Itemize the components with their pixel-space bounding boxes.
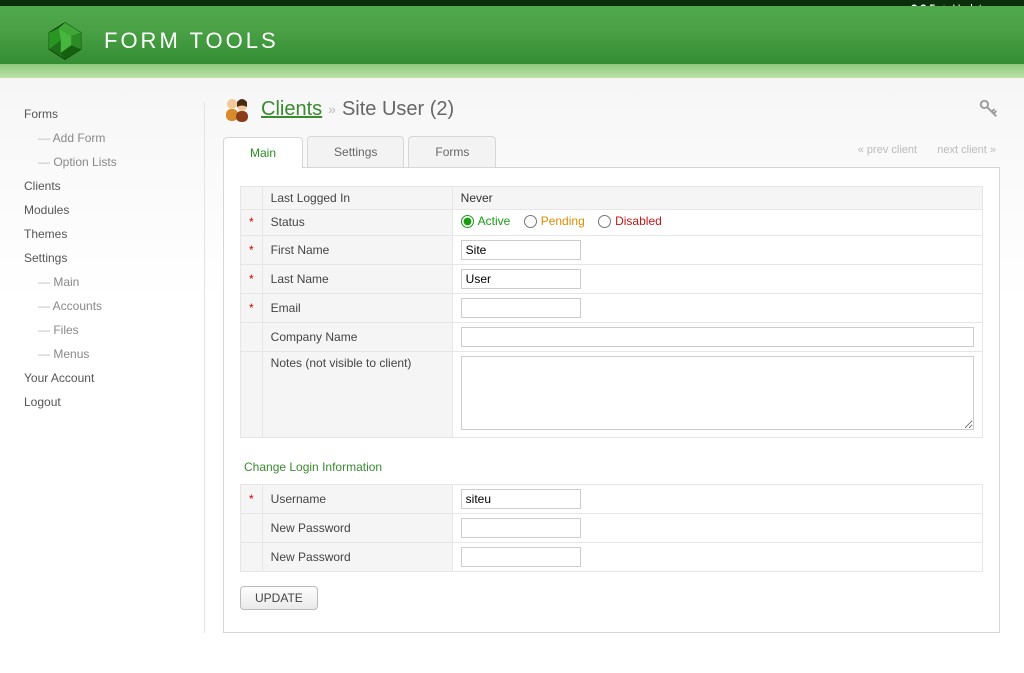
logo-icon xyxy=(44,20,86,62)
breadcrumb-clients[interactable]: Clients xyxy=(261,98,322,121)
page-title: Clients » Site User (2) xyxy=(223,96,1000,122)
breadcrumb-sep: » xyxy=(322,101,342,117)
label-status: Status xyxy=(262,210,452,236)
company-input[interactable] xyxy=(461,327,974,347)
sidebar-item-add-form[interactable]: Add Form xyxy=(24,126,194,150)
tab-main[interactable]: Main xyxy=(223,137,303,168)
label-company: Company Name xyxy=(262,322,452,351)
sidebar-item-settings-menus[interactable]: Menus xyxy=(24,342,194,366)
new-password-input-1[interactable] xyxy=(461,518,581,538)
radio-disabled[interactable] xyxy=(598,215,611,228)
req-mark: * xyxy=(241,210,263,236)
label-notes: Notes (not visible to client) xyxy=(262,351,452,437)
label-new-password-2: New Password xyxy=(262,542,452,571)
form-table-main: Last Logged In Never * Status Active Pen… xyxy=(240,186,983,438)
sidebar-item-settings-main[interactable]: Main xyxy=(24,270,194,294)
status-option-pending[interactable]: Pending xyxy=(524,214,585,228)
page-title-name: Site User (2) xyxy=(342,98,454,121)
radio-pending[interactable] xyxy=(524,215,537,228)
label-last-name: Last Name xyxy=(262,264,452,293)
username-input[interactable] xyxy=(461,489,581,509)
status-option-active[interactable]: Active xyxy=(461,214,511,228)
prev-client-link[interactable]: « prev client xyxy=(854,144,921,156)
notes-textarea[interactable] xyxy=(461,356,974,430)
sidebar-item-themes[interactable]: Themes xyxy=(24,222,194,246)
first-name-input[interactable] xyxy=(461,240,581,260)
vertical-divider xyxy=(204,102,205,633)
next-client-link[interactable]: next client » xyxy=(933,144,1000,156)
sidebar-item-clients[interactable]: Clients xyxy=(24,174,194,198)
label-new-password-1: New Password xyxy=(262,513,452,542)
radio-active[interactable] xyxy=(461,215,474,228)
update-button[interactable]: UPDATE xyxy=(240,586,318,610)
form-table-login: * Username New Password New Password xyxy=(240,484,983,572)
sidebar-item-your-account[interactable]: Your Account xyxy=(24,366,194,390)
email-input[interactable] xyxy=(461,298,581,318)
sidebar: Forms Add Form Option Lists Clients Modu… xyxy=(24,78,194,633)
people-icon xyxy=(223,96,251,122)
sidebar-item-option-lists[interactable]: Option Lists xyxy=(24,150,194,174)
new-password-input-2[interactable] xyxy=(461,547,581,567)
label-first-name: First Name xyxy=(262,235,452,264)
sidebar-item-logout[interactable]: Logout xyxy=(24,390,194,414)
status-option-disabled[interactable]: Disabled xyxy=(598,214,662,228)
tab-forms[interactable]: Forms xyxy=(408,136,496,167)
last-name-input[interactable] xyxy=(461,269,581,289)
req-spacer xyxy=(241,187,263,210)
status-field: Active Pending Disabled xyxy=(452,210,982,236)
product-title: FORM TOOLS xyxy=(104,28,279,54)
label-last-logged-in: Last Logged In xyxy=(262,187,452,210)
value-last-logged-in: Never xyxy=(452,187,982,210)
sidebar-item-settings-accounts[interactable]: Accounts xyxy=(24,294,194,318)
tab-settings[interactable]: Settings xyxy=(307,136,404,167)
sidebar-item-settings-files[interactable]: Files xyxy=(24,318,194,342)
section-change-login: Change Login Information xyxy=(244,460,983,474)
sub-bar xyxy=(0,64,1024,78)
tabs: Main Settings Forms « prev client next c… xyxy=(223,136,1000,168)
label-email: Email xyxy=(262,293,452,322)
sidebar-item-modules[interactable]: Modules xyxy=(24,198,194,222)
main-content: Clients » Site User (2) Main Settings Fo… xyxy=(223,78,1000,633)
label-username: Username xyxy=(262,484,452,513)
panel-main: Last Logged In Never * Status Active Pen… xyxy=(223,168,1000,633)
keys-icon xyxy=(978,98,1000,120)
client-pager: « prev client next client » xyxy=(854,136,1000,167)
sidebar-item-forms[interactable]: Forms xyxy=(24,102,194,126)
header: FORM TOOLS xyxy=(0,6,1024,64)
sidebar-item-settings[interactable]: Settings xyxy=(24,246,194,270)
